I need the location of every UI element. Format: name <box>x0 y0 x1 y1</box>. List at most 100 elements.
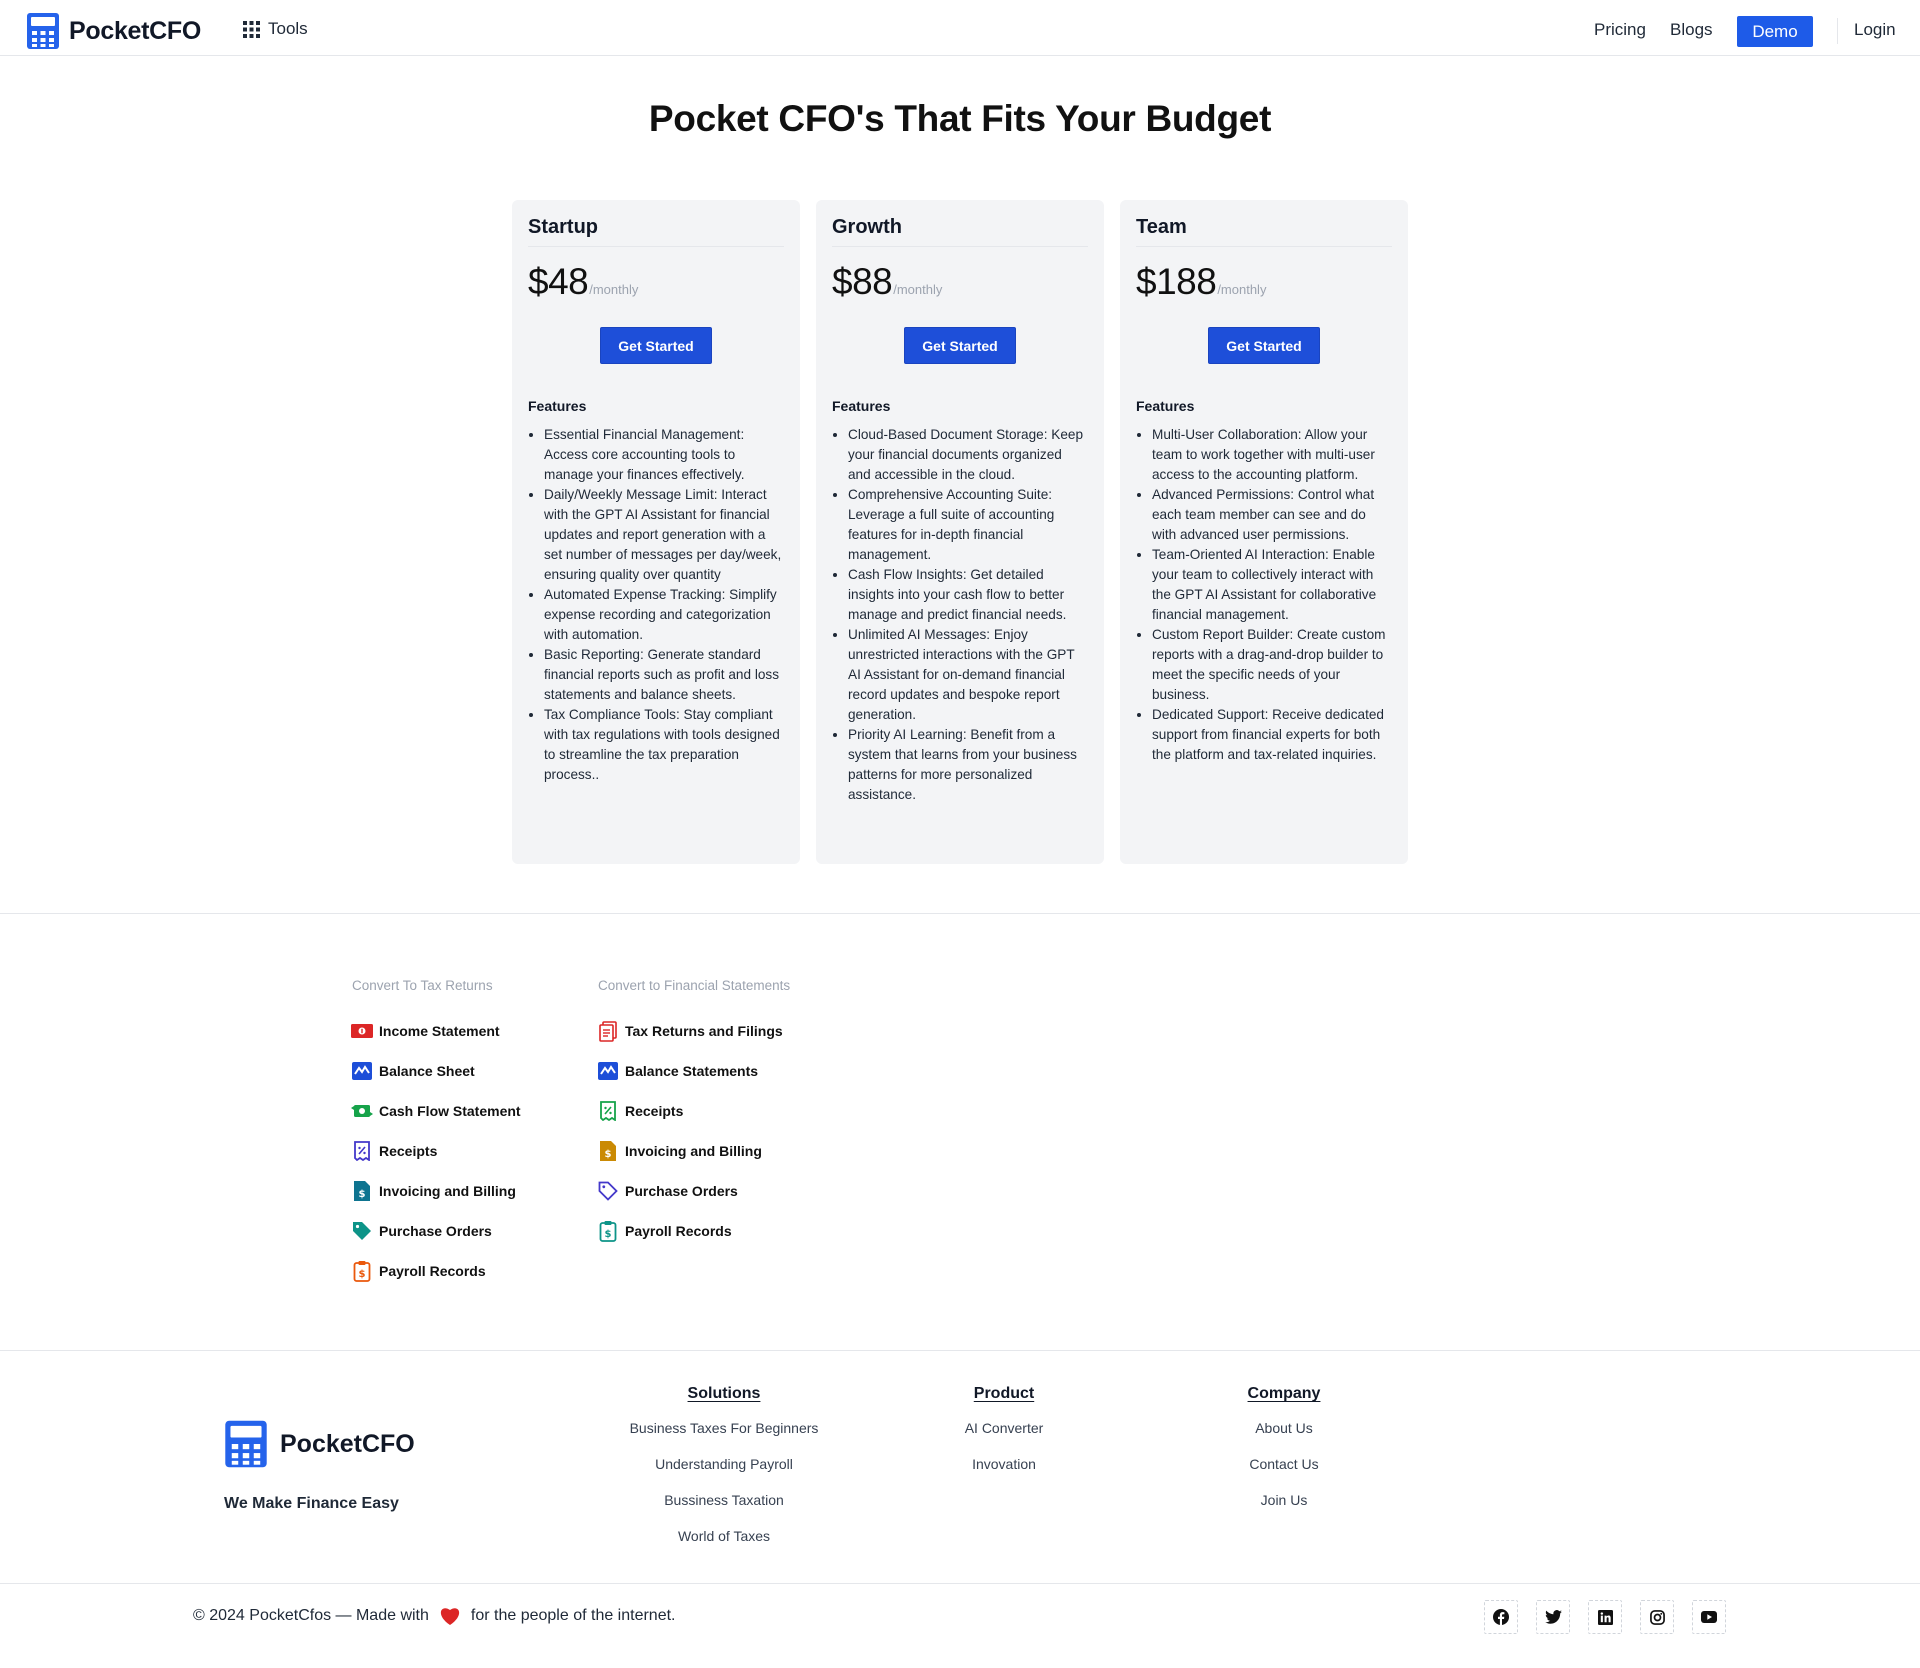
tool-label: Cash Flow Statement <box>379 1103 521 1119</box>
get-started-button[interactable]: Get Started <box>904 327 1016 364</box>
cash-icon <box>351 1020 373 1042</box>
tool-link-receipts[interactable]: Receipts <box>598 1091 790 1131</box>
feature-item: Multi-User Collaboration: Allow your tea… <box>1152 425 1392 485</box>
tool-link-purchase-orders[interactable]: Purchase Orders <box>598 1171 790 1211</box>
price-row: $88 /monthly <box>832 261 1088 303</box>
nav-blogs-link[interactable]: Blogs <box>1670 20 1713 40</box>
financial-statements-tools-column: Convert to Financial Statements Tax Retu… <box>598 978 790 1251</box>
footer-link[interactable]: World of Taxes <box>594 1524 854 1560</box>
plan-card-growth: Growth $88 /monthly Get Started Features… <box>816 200 1104 864</box>
instagram-icon[interactable] <box>1640 1600 1674 1634</box>
features-list: Essential Financial Management: Access c… <box>528 425 784 785</box>
heart-icon <box>439 1606 461 1626</box>
footer-brand-logo-link[interactable]: PocketCFO <box>224 1419 415 1469</box>
nav-login-link[interactable]: Login <box>1854 20 1896 40</box>
footer-link[interactable]: Contact Us <box>1154 1452 1414 1488</box>
copyright-prefix: © 2024 PocketCfos — Made with <box>193 1607 429 1624</box>
features-heading: Features <box>1136 398 1195 414</box>
tool-label: Invoicing and Billing <box>625 1143 762 1159</box>
footer-brand-name: PocketCFO <box>280 1429 415 1458</box>
feature-item: Tax Compliance Tools: Stay compliant wit… <box>544 705 784 785</box>
svg-text:$: $ <box>359 1189 366 1200</box>
feature-item: Custom Report Builder: Create custom rep… <box>1152 625 1392 705</box>
tool-label: Balance Sheet <box>379 1063 475 1079</box>
tool-label: Payroll Records <box>625 1223 732 1239</box>
plan-price: $48 <box>528 261 589 302</box>
tool-link-payroll-records[interactable]: $ Payroll Records <box>352 1251 521 1291</box>
tool-link-cash-flow-statement[interactable]: Cash Flow Statement <box>351 1091 521 1131</box>
tag-icon <box>597 1180 619 1202</box>
footer-column-heading: Company <box>1247 1385 1321 1402</box>
footer-link[interactable]: Invovation <box>874 1452 1134 1488</box>
section-divider <box>0 913 1920 914</box>
copyright-suffix: for the people of the internet. <box>470 1607 676 1624</box>
tool-link-balance-statements[interactable]: Balance Statements <box>598 1051 790 1091</box>
feature-item: Essential Financial Management: Access c… <box>544 425 784 485</box>
calculator-logo-icon <box>224 1419 268 1469</box>
tools-column-heading: Convert to Financial Statements <box>598 978 791 993</box>
feature-item: Advanced Permissions: Control what each … <box>1152 485 1392 545</box>
plan-name: Startup <box>528 216 784 247</box>
price-row: $188 /monthly <box>1136 261 1392 303</box>
brand-logo-link[interactable]: PocketCFO <box>26 11 201 51</box>
feature-item: Priority AI Learning: Benefit from a sys… <box>848 725 1088 805</box>
svg-text:$: $ <box>605 1149 612 1160</box>
tool-link-balance-sheet[interactable]: Balance Sheet <box>352 1051 521 1091</box>
money-flow-icon <box>351 1100 373 1122</box>
plan-card-team: Team $188 /monthly Get Started Features … <box>1120 200 1408 864</box>
invoice-icon: $ <box>351 1180 373 1202</box>
tool-link-income-statement[interactable]: Income Statement <box>351 1011 521 1051</box>
get-started-button[interactable]: Get Started <box>1208 327 1320 364</box>
clipboard-dollar-icon: $ <box>351 1260 373 1282</box>
footer-link[interactable]: Business Taxes For Beginners <box>594 1416 854 1452</box>
feature-item: Daily/Weekly Message Limit: Interact wit… <box>544 485 784 585</box>
tools-menu-button[interactable]: Tools <box>243 19 308 39</box>
footer-column-solutions: Solutions Business Taxes For Beginners U… <box>594 1385 854 1560</box>
tool-label: Payroll Records <box>379 1263 486 1279</box>
get-started-button[interactable]: Get Started <box>600 327 712 364</box>
tool-link-invoicing-and-billing[interactable]: $ Invoicing and Billing <box>598 1131 790 1171</box>
facebook-icon[interactable] <box>1484 1600 1518 1634</box>
twitter-icon[interactable] <box>1536 1600 1570 1634</box>
tool-link-tax-returns-and-filings[interactable]: Tax Returns and Filings <box>598 1011 790 1051</box>
page-title: Pocket CFO's That Fits Your Budget <box>648 98 1272 139</box>
receipt-icon <box>597 1100 619 1122</box>
plan-period: /monthly <box>893 282 943 297</box>
features-heading: Features <box>528 398 587 414</box>
footer-link[interactable]: AI Converter <box>874 1416 1134 1452</box>
tool-link-purchase-orders[interactable]: Purchase Orders <box>352 1211 521 1251</box>
tool-label: Receipts <box>625 1103 684 1119</box>
receipt-icon <box>351 1140 373 1162</box>
tax-returns-tools-column: Convert To Tax Returns Income Statement … <box>351 978 521 1291</box>
top-navbar: PocketCFO Tools Pricing Blogs Demo Login <box>0 0 1920 56</box>
feature-item: Unlimited AI Messages: Enjoy unrestricte… <box>848 625 1088 725</box>
svg-text:$: $ <box>359 1269 366 1280</box>
nav-demo-button[interactable]: Demo <box>1737 16 1813 47</box>
invoice-icon: $ <box>597 1140 619 1162</box>
footer-column-heading: Product <box>973 1385 1035 1402</box>
svg-text:$: $ <box>605 1229 612 1240</box>
footer-tagline: We Make Finance Easy <box>224 1495 399 1512</box>
tool-link-payroll-records[interactable]: $ Payroll Records <box>598 1211 790 1251</box>
footer-link[interactable]: About Us <box>1154 1416 1414 1452</box>
bottom-bar-divider <box>0 1583 1920 1584</box>
feature-item: Dedicated Support: Receive dedicated sup… <box>1152 705 1392 765</box>
plan-name: Team <box>1136 216 1392 247</box>
tool-link-invoicing-and-billing[interactable]: $ Invoicing and Billing <box>352 1171 521 1211</box>
plan-name: Growth <box>832 216 1088 247</box>
chart-wave-icon <box>351 1060 373 1082</box>
footer-link[interactable]: Join Us <box>1154 1488 1414 1524</box>
tool-label: Receipts <box>379 1143 438 1159</box>
footer-divider <box>0 1350 1920 1351</box>
feature-item: Team-Oriented AI Interaction: Enable you… <box>1152 545 1392 625</box>
youtube-icon[interactable] <box>1692 1600 1726 1634</box>
footer-link[interactable]: Bussiness Taxation <box>594 1488 854 1524</box>
feature-item: Basic Reporting: Generate standard finan… <box>544 645 784 705</box>
footer-column-company: Company About Us Contact Us Join Us <box>1154 1385 1414 1524</box>
nav-pricing-link[interactable]: Pricing <box>1594 20 1646 40</box>
chart-wave-icon <box>597 1060 619 1082</box>
tool-link-receipts[interactable]: Receipts <box>352 1131 521 1171</box>
linkedin-icon[interactable] <box>1588 1600 1622 1634</box>
footer-link[interactable]: Understanding Payroll <box>594 1452 854 1488</box>
features-list: Cloud-Based Document Storage: Keep your … <box>832 425 1088 805</box>
